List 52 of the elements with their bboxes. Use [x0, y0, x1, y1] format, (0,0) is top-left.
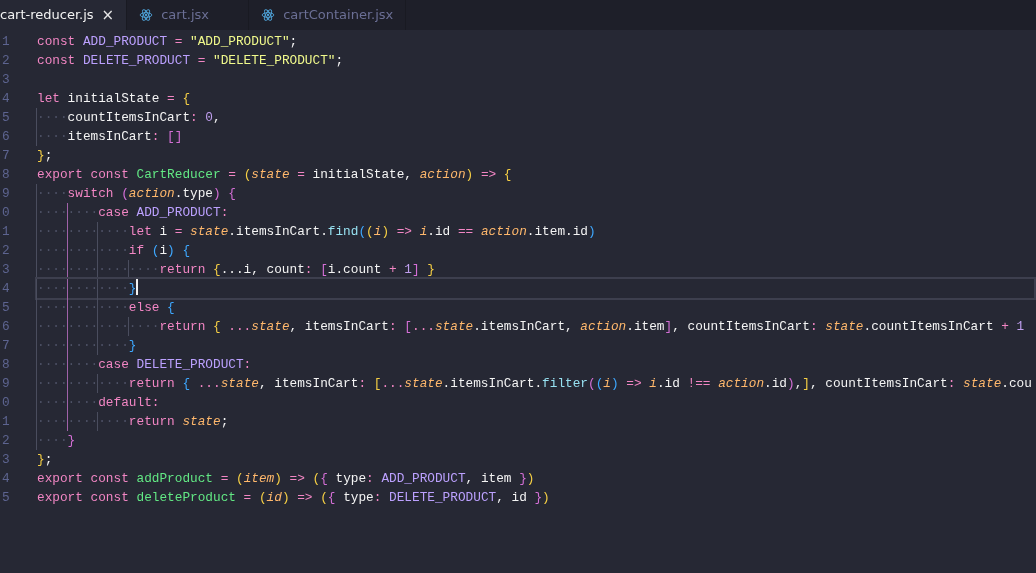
- line-number: 2: [1, 242, 11, 260]
- code-line: ············return state;: [35, 411, 230, 433]
- code-line: };: [36, 451, 54, 469]
- text-cursor: [136, 279, 139, 295]
- code-line: ········default:: [35, 392, 161, 414]
- code-line: ············else {: [35, 297, 176, 319]
- atom-icon: [139, 8, 154, 22]
- code-line: ············return { ...state, itemsInCart: [...state.itemsInCart.filter((i) => i.id !== action.id),], countItemsInCart: state.cou: [35, 373, 1033, 395]
- line-number: 9: [1, 185, 11, 203]
- line-number: 7: [1, 337, 11, 355]
- line-number: 6: [1, 318, 11, 336]
- line-number: 1: [1, 413, 11, 431]
- line-number: 8: [1, 166, 11, 184]
- code-line: ····itemsInCart: []: [35, 126, 184, 148]
- code-line: export const deleteProduct = (id) => ({ type: DELETE_PRODUCT, id }): [36, 489, 551, 507]
- line-number: 3: [1, 451, 11, 469]
- code-line: ····countItemsInCart: 0,: [35, 107, 222, 129]
- line-number: 2: [1, 432, 11, 450]
- line-number: 7: [1, 147, 11, 165]
- code-line: ····}: [35, 430, 77, 452]
- line-number: 1: [1, 223, 11, 241]
- line-number: 2: [1, 52, 11, 70]
- line-number: 0: [1, 204, 11, 222]
- line-number: 4: [1, 90, 11, 108]
- line-number: 5: [1, 299, 11, 317]
- atom-icon: [261, 8, 276, 22]
- line-number: 3: [1, 71, 11, 89]
- code-line: ············}: [35, 335, 138, 357]
- line-number: 5: [1, 489, 11, 507]
- line-number: 0: [1, 394, 11, 412]
- code-line: const DELETE_PRODUCT = "DELETE_PRODUCT";: [36, 52, 345, 70]
- line-number: 5: [1, 109, 11, 127]
- close-icon[interactable]: ×: [101, 7, 115, 23]
- code-line: ················return { ...state, itemsInCart: [...state.itemsInCart, action.item], countItemsInCart: state.countItemsInCart + 1: [35, 316, 1026, 338]
- line-number: 6: [1, 128, 11, 146]
- line-number: 1: [1, 33, 11, 51]
- line-number: 3: [1, 261, 11, 279]
- code-line: ····switch (action.type) {: [35, 183, 237, 205]
- line-number: 8: [1, 356, 11, 374]
- line-number: 4: [1, 280, 11, 298]
- code-line: ········case ADD_PRODUCT:: [35, 202, 230, 224]
- code-line: ········case DELETE_PRODUCT:: [35, 354, 253, 376]
- line-number: 4: [1, 470, 11, 488]
- code-line: ············let i = state.itemsInCart.find((i) => i.id == action.item.id): [35, 221, 597, 243]
- code-line: ············if (i) {: [35, 240, 192, 262]
- code-line: export const CartReducer = (state = initialState, action) => {: [36, 166, 513, 184]
- code-line: export const addProduct = (item) => ({ type: ADD_PRODUCT, item }): [36, 470, 536, 488]
- code-line: const ADD_PRODUCT = "ADD_PRODUCT";: [36, 33, 299, 51]
- code-line: let initialState = {: [36, 90, 192, 108]
- code-line: };: [36, 147, 54, 165]
- line-number: 9: [1, 375, 11, 393]
- file-tab[interactable]: cart-reducer.js ×: [0, 0, 128, 30]
